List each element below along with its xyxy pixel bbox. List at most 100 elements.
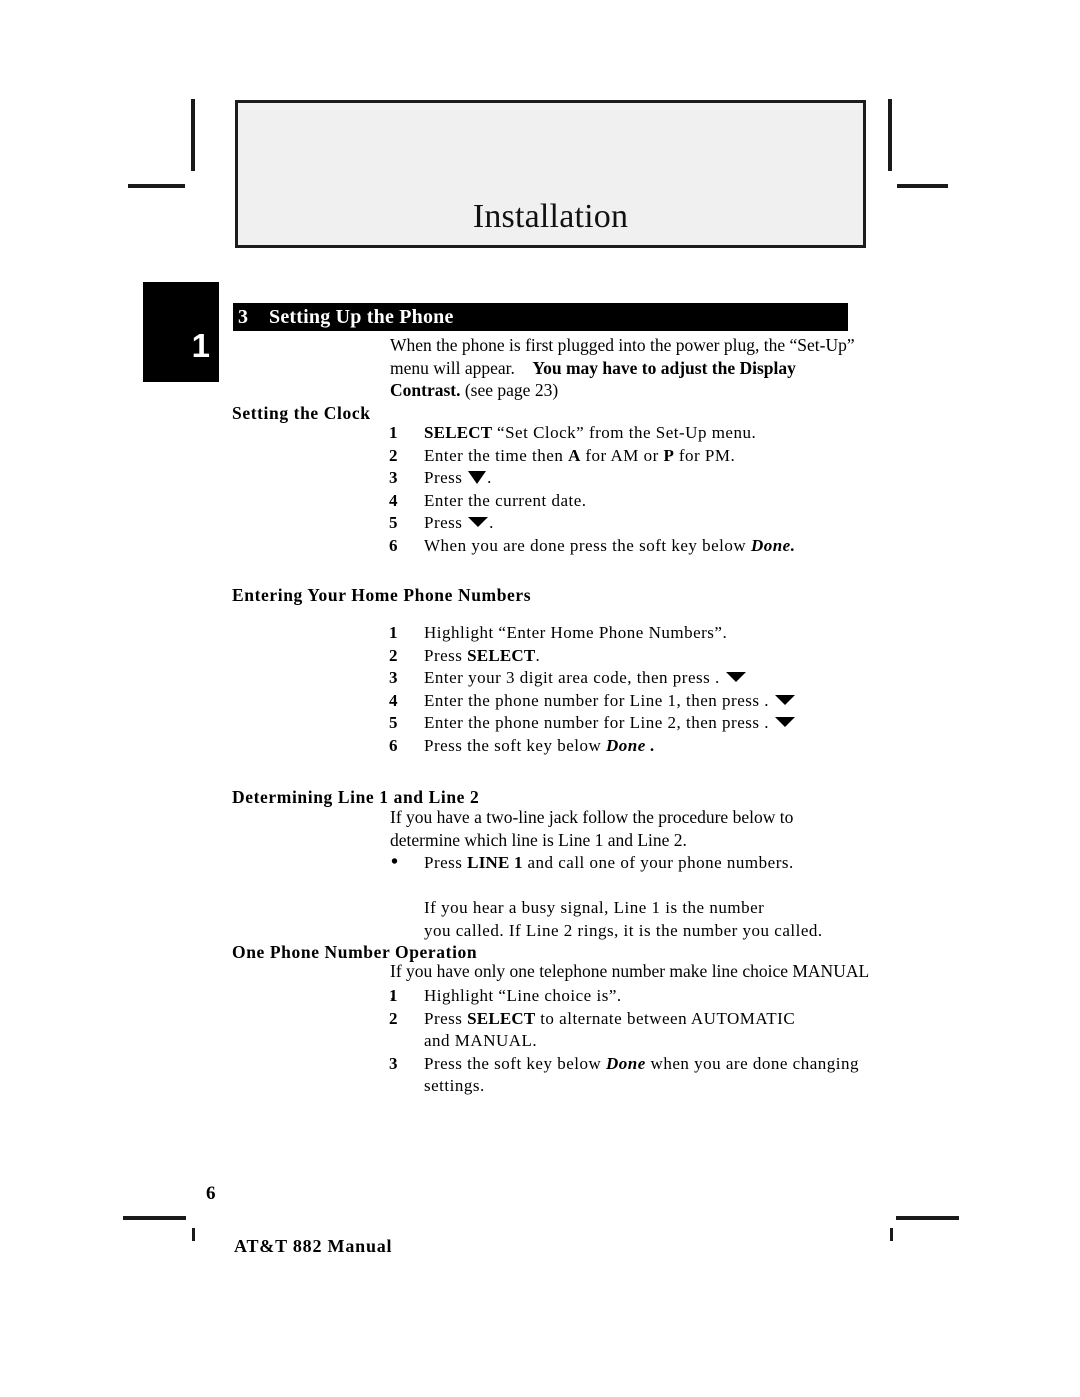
page-title: Installation	[472, 198, 629, 236]
step-text: Enter the time then A for AM or P for PM…	[424, 445, 869, 468]
step-text: you called. If Line 2 rings, it is the n…	[424, 920, 823, 940]
bullet-icon: •	[391, 851, 399, 873]
crop-mark-top-left-horizontal	[128, 184, 185, 188]
step-text: settings.	[424, 1076, 485, 1095]
subsection-heading-setting-the-clock: Setting the Clock	[232, 403, 371, 423]
step-body: Enter the time then	[424, 445, 569, 465]
section-intro-paragraph: When the phone is first plugged into the…	[390, 334, 860, 402]
manual-page: { "running_head": { "title": "Installati…	[0, 0, 1080, 1397]
down-triangle-icon	[774, 717, 795, 727]
step-text: Highlight “Enter Home Phone Numbers”.	[424, 623, 728, 642]
step-body: “Set Clock” from the Set-Up menu.	[492, 423, 757, 442]
step-body: to alternate between AUTOMATIC	[535, 1008, 796, 1028]
list-item: 3 Enter your 3 digit area code, then pre…	[389, 667, 869, 690]
crop-mark-bottom-right-tick	[890, 1228, 893, 1241]
step-body: Press	[424, 853, 468, 872]
list-item: 5 Press .	[389, 512, 869, 535]
footer-manual-title: AT&T 882 Manual	[234, 1236, 393, 1256]
step-keyword: SELECT	[467, 645, 536, 665]
step-body: .	[487, 468, 492, 487]
subsection-heading-entering-home-phone-numbers: Entering Your Home Phone Numbers	[232, 585, 532, 605]
step-number: 2	[389, 645, 398, 665]
step-number: 5	[389, 713, 398, 732]
list-item: 2 Enter the time then A for AM or P for …	[389, 445, 869, 468]
step-keyword: A	[568, 445, 581, 465]
step-number: 4	[389, 690, 398, 710]
step-body: Press the soft key below	[424, 1053, 607, 1073]
step-number: 6	[389, 535, 398, 555]
step-body: Enter the phone number for Line 2, then …	[424, 713, 760, 732]
list-item: 6 Press the soft key below Done .	[389, 735, 869, 758]
determining-lines-intro: If you have a two-line jack follow the p…	[390, 807, 794, 850]
step-body: .	[489, 513, 494, 532]
down-triangle-icon	[468, 471, 487, 484]
step-text: Highlight “Line choice is”.	[424, 986, 622, 1005]
step-number: 3	[389, 1053, 398, 1073]
step-text: If you hear a busy signal, Line 1 is the…	[424, 898, 765, 917]
list-item: 3 Press the soft key below Done when you…	[389, 1053, 869, 1076]
list-item: 1 SELECT “Set Clock” from the Set-Up men…	[389, 422, 869, 445]
crop-mark-bottom-left-tick	[192, 1228, 195, 1241]
step-body: for PM.	[674, 445, 736, 465]
step-number: 4	[389, 490, 398, 510]
step-keyword: LINE 1	[467, 853, 523, 872]
step-body: for AM or	[580, 445, 664, 465]
steps-setting-the-clock: 1 SELECT “Set Clock” from the Set-Up men…	[389, 422, 869, 557]
subsection-heading-determining-line-1-and-line-2: Determining Line 1 and Line 2	[232, 787, 480, 807]
list-item: 1 Highlight “Enter Home Phone Numbers”.	[389, 622, 869, 645]
step-body: Press the soft key below	[424, 735, 607, 755]
step-body: Enter the phone number for Line 1, then …	[424, 690, 760, 710]
down-triangle-icon	[725, 672, 746, 682]
step-number: 1	[389, 986, 398, 1005]
list-item: 4 Enter the current date.	[389, 490, 869, 513]
step-text: Press SELECT to alternate between AUTOMA…	[424, 1008, 869, 1031]
steps-one-phone-number-operation: 1 Highlight “Line choice is”. 2 Press SE…	[389, 985, 869, 1098]
step-body: Press	[424, 645, 468, 665]
step-number: 3	[389, 668, 398, 687]
list-item: settings.	[389, 1075, 869, 1098]
steps-determining-lines: • Press LINE 1 and call one of your phon…	[389, 851, 869, 943]
step-number: 1	[389, 623, 398, 642]
step-text: Enter the phone number for Line 1, then …	[424, 690, 869, 713]
step-body: Press	[424, 513, 468, 532]
chapter-thumb-tab: 1	[143, 282, 219, 382]
step-body: Enter your 3 digit area code, then press	[424, 668, 711, 687]
page-number: 6	[206, 1183, 216, 1204]
step-separator: .	[759, 713, 774, 732]
softkey-label: Done .	[606, 735, 656, 755]
list-item: • Press LINE 1 and call one of your phon…	[389, 851, 869, 875]
step-number: 2	[389, 445, 398, 465]
section-number: 3	[238, 306, 248, 328]
crop-mark-bottom-left-horizontal	[123, 1216, 186, 1220]
step-text: Enter the current date.	[424, 490, 587, 510]
list-item: 2 Press SELECT to alternate between AUTO…	[389, 1008, 869, 1031]
list-item: 3 Press .	[389, 467, 869, 490]
list-item: 4 Enter the phone number for Line 1, the…	[389, 690, 869, 713]
step-text: Press LINE 1 and call one of your phone …	[424, 852, 869, 875]
list-item: 5 Enter the phone number for Line 2, the…	[389, 712, 869, 735]
step-body: Press	[424, 468, 468, 487]
down-triangle-icon	[774, 694, 795, 705]
list-item: you called. If Line 2 rings, it is the n…	[389, 920, 869, 943]
step-text: SELECT “Set Clock” from the Set-Up menu.	[424, 422, 869, 445]
step-text: and MANUAL.	[424, 1031, 538, 1050]
step-text: Press SELECT.	[424, 645, 869, 668]
step-number: 1	[389, 423, 398, 442]
step-text: Enter the phone number for Line 2, then …	[424, 712, 869, 735]
step-body: when you are done changing	[645, 1053, 859, 1073]
step-body: Press	[424, 1008, 468, 1028]
down-triangle-icon	[468, 517, 489, 527]
step-number: 6	[389, 735, 398, 755]
step-separator: .	[759, 690, 774, 710]
list-item: 2 Press SELECT.	[389, 645, 869, 668]
step-text: Press the soft key below Done .	[424, 735, 869, 758]
softkey-label: Done	[606, 1053, 646, 1073]
list-item: If you hear a busy signal, Line 1 is the…	[389, 897, 869, 920]
step-keyword: SELECT	[424, 423, 493, 442]
crop-mark-bottom-right-horizontal	[896, 1216, 959, 1220]
step-number: 5	[389, 513, 398, 532]
step-keyword: SELECT	[467, 1008, 536, 1028]
running-head-box: Installation	[235, 100, 866, 248]
step-text: Press .	[424, 512, 869, 535]
